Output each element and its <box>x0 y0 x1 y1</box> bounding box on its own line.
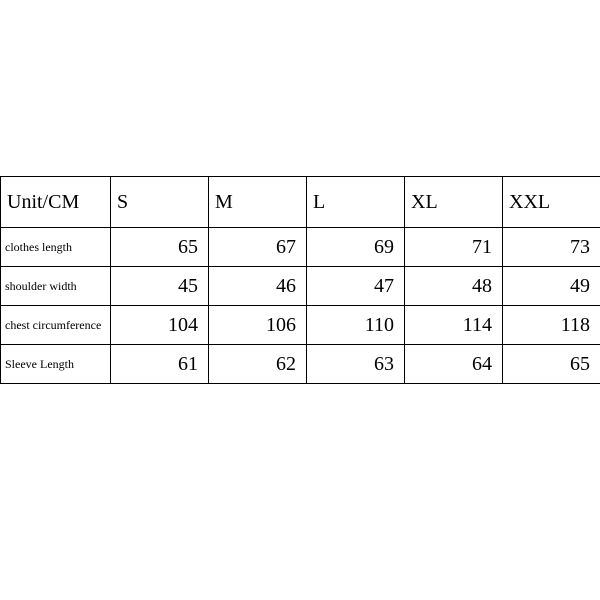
cell-value: 48 <box>405 267 503 306</box>
cell-value: 62 <box>209 345 307 384</box>
cell-value: 104 <box>111 306 209 345</box>
cell-value: 47 <box>307 267 405 306</box>
cell-value: 71 <box>405 228 503 267</box>
header-size-m: M <box>209 177 307 228</box>
cell-value: 106 <box>209 306 307 345</box>
header-size-l: L <box>307 177 405 228</box>
cell-value: 67 <box>209 228 307 267</box>
cell-value: 64 <box>405 345 503 384</box>
table-row: chest circumference 104 106 110 114 118 <box>1 306 600 345</box>
row-label: shoulder width <box>1 267 111 306</box>
table-row: Sleeve Length 61 62 63 64 65 <box>1 345 600 384</box>
cell-value: 110 <box>307 306 405 345</box>
header-size-xxl: XXL <box>503 177 600 228</box>
row-label: Sleeve Length <box>1 345 111 384</box>
header-unit-label: Unit/CM <box>1 177 111 228</box>
row-label: clothes length <box>1 228 111 267</box>
cell-value: 65 <box>503 345 600 384</box>
cell-value: 45 <box>111 267 209 306</box>
header-size-xl: XL <box>405 177 503 228</box>
header-size-s: S <box>111 177 209 228</box>
table-row: shoulder width 45 46 47 48 49 <box>1 267 600 306</box>
cell-value: 49 <box>503 267 600 306</box>
header-row: Unit/CM S M L XL XXL <box>1 177 600 228</box>
size-chart-table: Unit/CM S M L XL XXL clothes length 65 6… <box>0 176 600 384</box>
cell-value: 118 <box>503 306 600 345</box>
cell-value: 114 <box>405 306 503 345</box>
row-label: chest circumference <box>1 306 111 345</box>
cell-value: 46 <box>209 267 307 306</box>
cell-value: 61 <box>111 345 209 384</box>
cell-value: 65 <box>111 228 209 267</box>
cell-value: 73 <box>503 228 600 267</box>
cell-value: 69 <box>307 228 405 267</box>
table-row: clothes length 65 67 69 71 73 <box>1 228 600 267</box>
cell-value: 63 <box>307 345 405 384</box>
